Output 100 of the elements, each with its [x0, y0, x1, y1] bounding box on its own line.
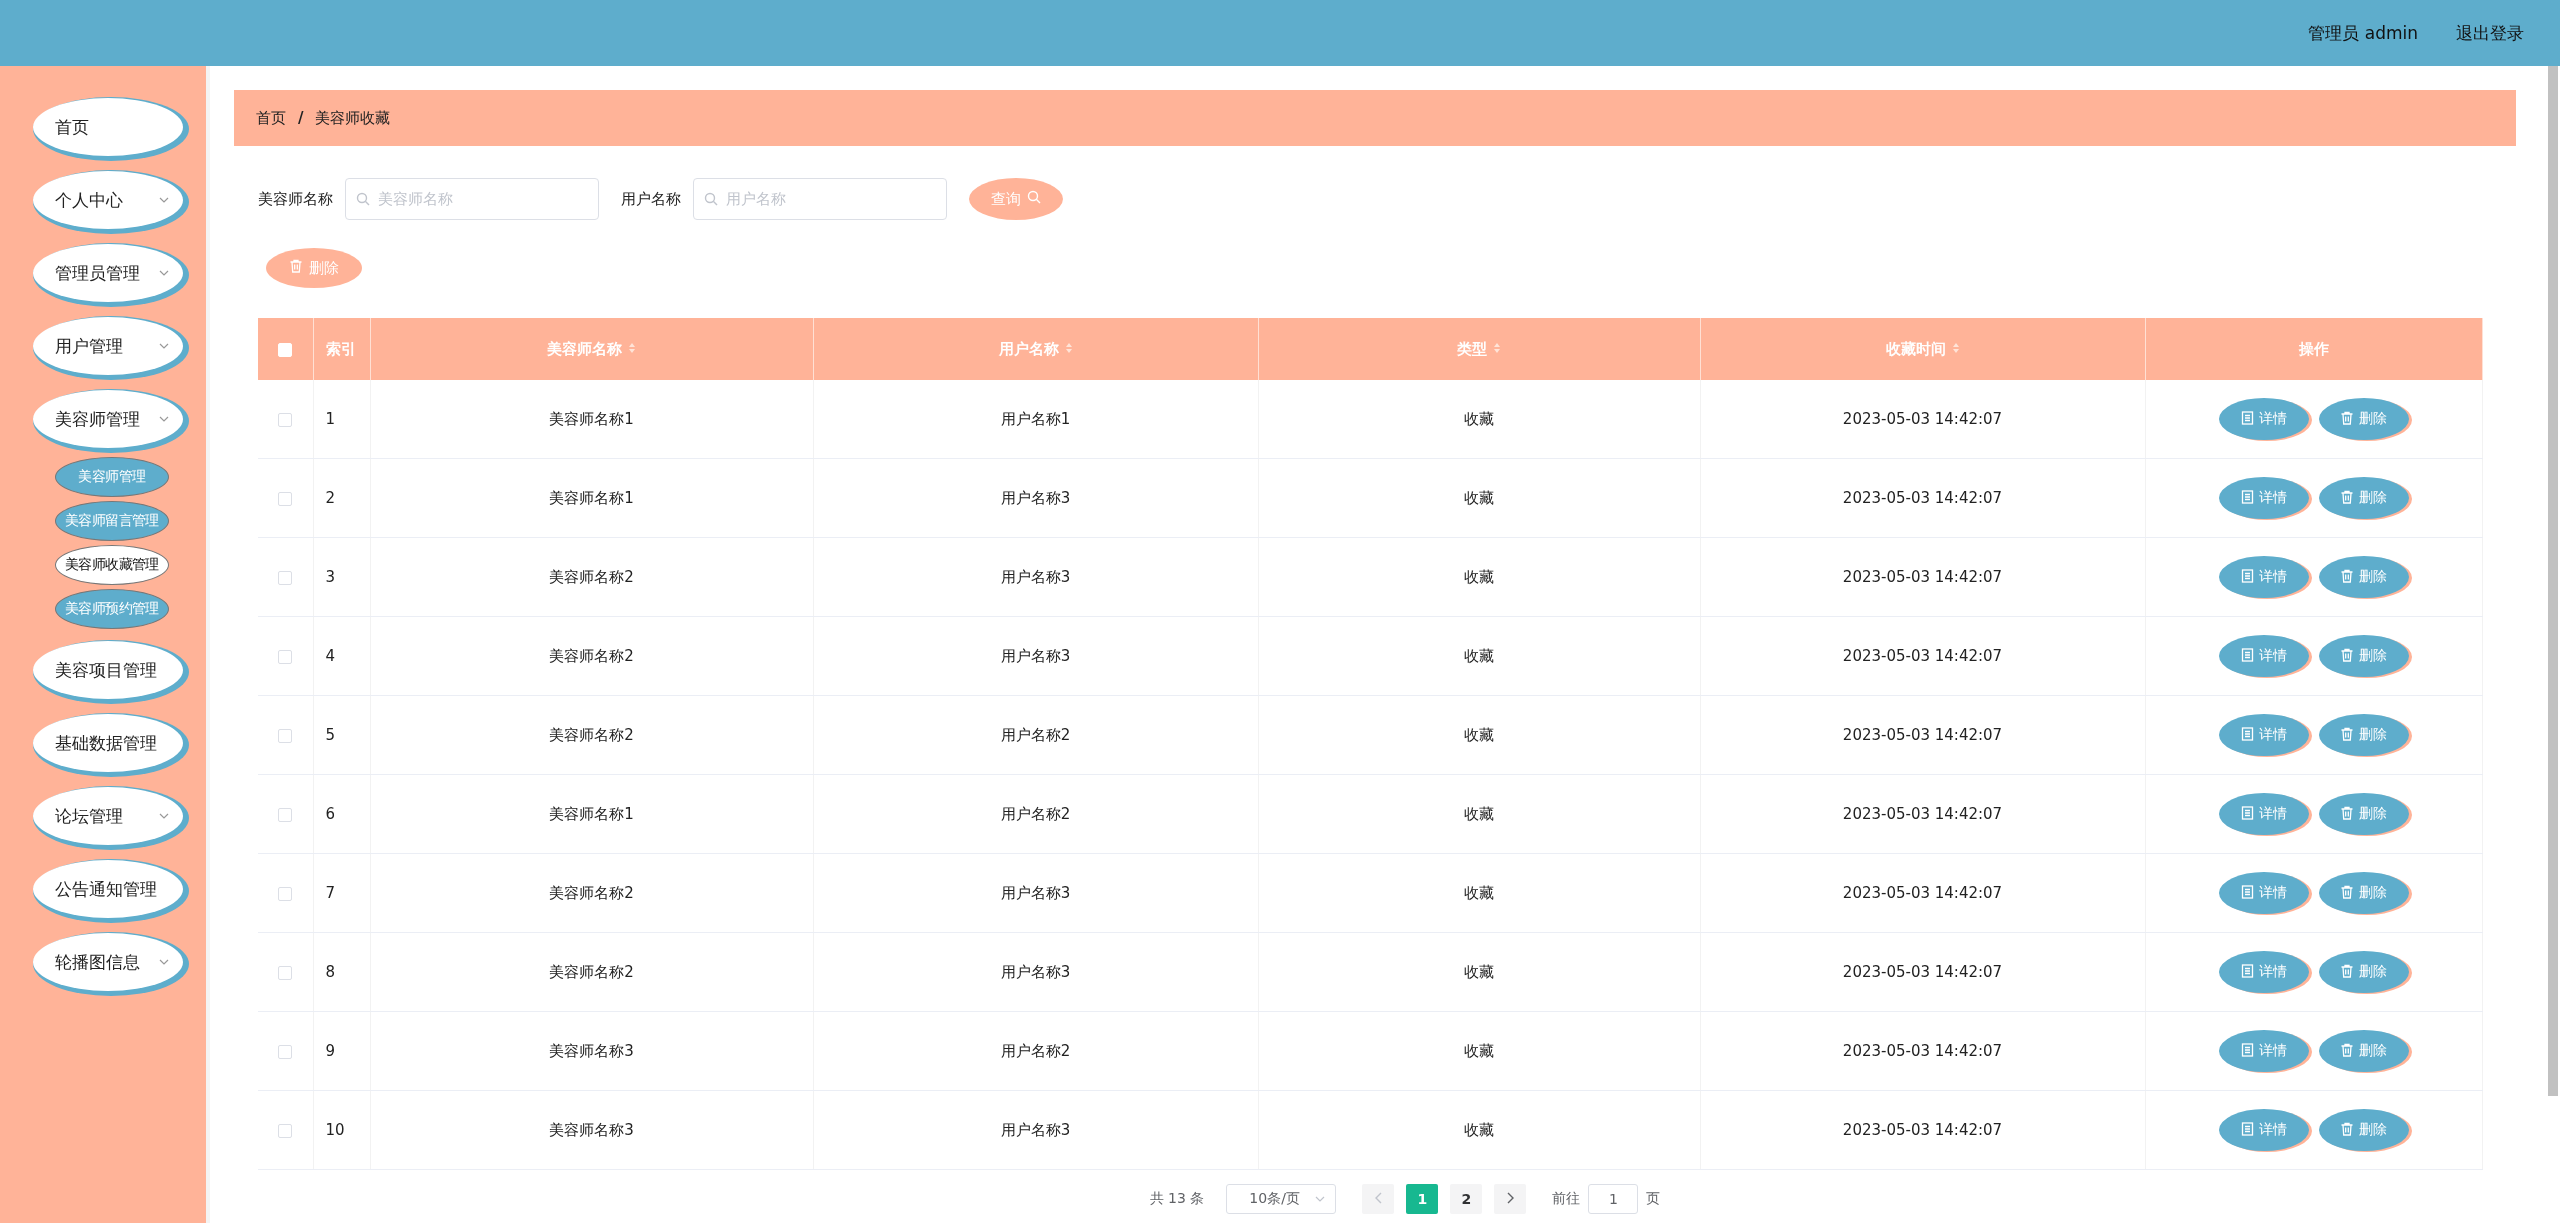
favorite-type: 收藏 — [1464, 646, 1494, 665]
column-header[interactable]: 用户名称 — [998, 339, 1059, 359]
row-checkbox[interactable] — [278, 1044, 293, 1059]
admin-user-label: 管理员 admin — [2308, 21, 2418, 45]
row-delete-button[interactable]: 删除 — [2318, 872, 2409, 914]
row-checkbox[interactable] — [278, 728, 293, 743]
search-field[interactable]: 美容师名称 — [345, 178, 599, 220]
details-button[interactable]: 详情 — [2218, 1109, 2309, 1151]
select-all-checkbox[interactable] — [278, 342, 293, 357]
trash-icon — [2340, 805, 2354, 823]
details-button[interactable]: 详情 — [2218, 635, 2309, 677]
beautician-name: 美容师名称3 — [549, 1120, 634, 1139]
row-delete-button[interactable]: 删除 — [2318, 1109, 2409, 1151]
row-checkbox[interactable] — [278, 570, 293, 585]
page-size-select[interactable]: 10条/页 — [1226, 1184, 1337, 1214]
details-button[interactable]: 详情 — [2218, 556, 2309, 598]
details-button[interactable]: 详情 — [2218, 951, 2309, 993]
beautician-name: 美容师名称2 — [549, 962, 634, 981]
row-index: 8 — [325, 963, 336, 981]
trash-icon — [2340, 1042, 2354, 1060]
row-checkbox[interactable] — [278, 649, 293, 664]
row-checkbox[interactable] — [278, 491, 293, 506]
row-delete-button[interactable]: 删除 — [2318, 793, 2409, 835]
favorite-type: 收藏 — [1464, 962, 1494, 981]
document-icon — [2240, 568, 2254, 586]
favorite-type: 收藏 — [1464, 567, 1494, 586]
row-checkbox[interactable] — [278, 807, 293, 822]
favorite-time: 2023-05-03 14:42:07 — [1842, 568, 2003, 586]
row-index: 4 — [325, 647, 336, 665]
beautician-name: 美容师名称1 — [549, 409, 634, 428]
favorite-time: 2023-05-03 14:42:07 — [1842, 726, 2003, 744]
document-icon — [2240, 1042, 2254, 1060]
column-header[interactable]: 收藏时间 — [1885, 339, 1946, 359]
document-icon — [2240, 647, 2254, 665]
favorite-type: 收藏 — [1464, 883, 1494, 902]
user-name: 用户名称2 — [1000, 1041, 1071, 1060]
row-delete-button[interactable]: 删除 — [2318, 635, 2409, 677]
beautician-name: 美容师名称1 — [549, 804, 634, 823]
column-header: 操作 — [2298, 339, 2329, 359]
search-field-label: 用户名称 — [621, 189, 681, 209]
sidebar-submenu-item[interactable]: 美容师管理 — [55, 457, 169, 497]
row-checkbox[interactable] — [278, 965, 293, 980]
details-button[interactable]: 详情 — [2218, 872, 2309, 914]
row-delete-button[interactable]: 删除 — [2318, 398, 2409, 440]
favorite-type: 收藏 — [1464, 804, 1494, 823]
search-button[interactable]: 查询 — [969, 178, 1063, 220]
favorite-type: 收藏 — [1464, 725, 1494, 744]
row-delete-button[interactable]: 删除 — [2318, 714, 2409, 756]
search-field[interactable]: 用户名称 — [693, 178, 947, 220]
column-header[interactable]: 美容师名称 — [547, 339, 622, 359]
beautician-name: 美容师名称2 — [549, 883, 634, 902]
favorite-type: 收藏 — [1464, 488, 1494, 507]
scrollbar[interactable] — [2548, 66, 2558, 1096]
row-index: 5 — [325, 726, 336, 744]
document-icon — [2240, 963, 2254, 981]
trash-icon — [2340, 726, 2354, 744]
page-number-button[interactable]: 2 — [1450, 1184, 1483, 1214]
document-icon — [2240, 489, 2254, 507]
trash-icon — [2340, 568, 2354, 586]
details-button[interactable]: 详情 — [2218, 793, 2309, 835]
chevron-down-icon — [159, 197, 169, 203]
row-delete-button[interactable]: 删除 — [2318, 556, 2409, 598]
beautician-name: 美容师名称3 — [549, 1041, 634, 1060]
goto-label: 前往 — [1552, 1190, 1581, 1208]
sidebar-submenu-item[interactable]: 美容师收藏管理 — [55, 545, 169, 585]
row-delete-button[interactable]: 删除 — [2318, 1030, 2409, 1072]
search-icon — [356, 192, 370, 206]
favorite-time: 2023-05-03 14:42:07 — [1842, 884, 2003, 902]
chevron-down-icon — [159, 813, 169, 819]
details-button[interactable]: 详情 — [2218, 398, 2309, 440]
trash-icon — [2340, 1121, 2354, 1139]
favorite-time: 2023-05-03 14:42:07 — [1842, 1042, 2003, 1060]
user-name: 用户名称2 — [1000, 804, 1071, 823]
logout-link[interactable]: 退出登录 — [2456, 21, 2524, 45]
trash-icon — [2340, 884, 2354, 902]
document-icon — [2240, 1121, 2254, 1139]
delete-button[interactable]: 删除 — [266, 248, 362, 288]
page-number-button[interactable]: 1 — [1406, 1184, 1439, 1214]
row-checkbox[interactable] — [278, 886, 293, 901]
breadcrumb-link[interactable]: 首页 — [256, 108, 286, 128]
details-button[interactable]: 详情 — [2218, 714, 2309, 756]
row-delete-button[interactable]: 删除 — [2318, 951, 2409, 993]
favorite-time: 2023-05-03 14:42:07 — [1842, 410, 2003, 428]
row-delete-button[interactable]: 删除 — [2318, 477, 2409, 519]
row-checkbox[interactable] — [278, 1123, 293, 1138]
previous-page-button[interactable] — [1362, 1184, 1395, 1214]
details-button[interactable]: 详情 — [2218, 1030, 2309, 1072]
beautician-name: 美容师名称2 — [549, 646, 634, 665]
goto-page-input[interactable]: 1 — [1588, 1184, 1639, 1214]
column-header[interactable]: 类型 — [1457, 339, 1487, 359]
favorite-time: 2023-05-03 14:42:07 — [1842, 1121, 2003, 1139]
favorite-time: 2023-05-03 14:42:07 — [1842, 489, 2003, 507]
details-button[interactable]: 详情 — [2218, 477, 2309, 519]
row-checkbox[interactable] — [278, 412, 293, 427]
sidebar-submenu-item[interactable]: 美容师留言管理 — [55, 501, 169, 541]
chevron-down-icon — [1315, 1196, 1326, 1202]
chevron-down-icon — [159, 416, 169, 422]
next-page-button[interactable] — [1494, 1184, 1527, 1214]
user-name: 用户名称3 — [1000, 1120, 1071, 1139]
sidebar-submenu-item[interactable]: 美容师预约管理 — [55, 589, 169, 629]
